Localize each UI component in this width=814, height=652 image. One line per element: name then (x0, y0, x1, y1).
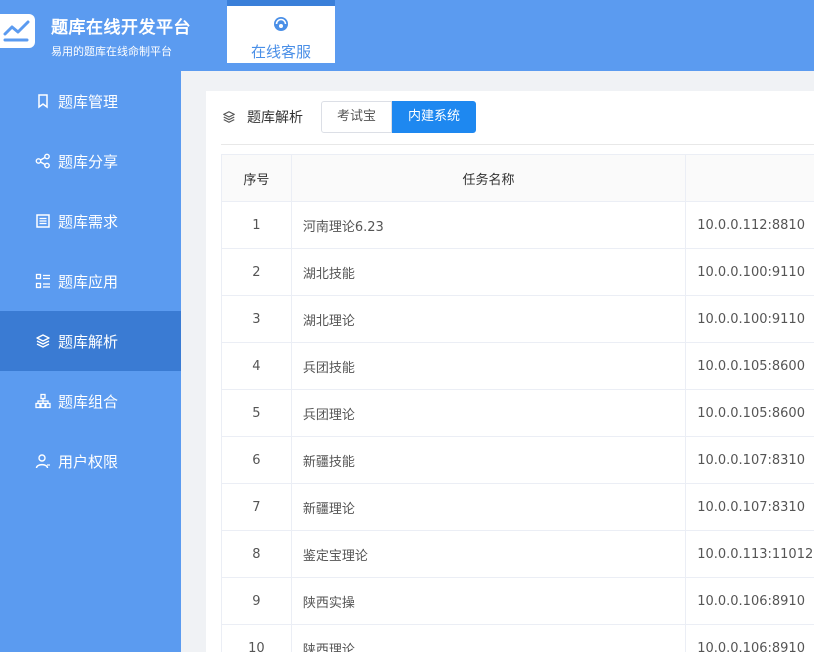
row-address: 10.0.0.112:8810 (697, 217, 805, 233)
section-title: 题库解析 (247, 110, 303, 126)
segment-builtin-system[interactable]: 内建系统 (392, 101, 477, 133)
row-index: 2 (222, 249, 292, 295)
row-address: 10.0.0.106:8910 (697, 640, 805, 652)
share-icon (35, 153, 50, 169)
app-subtitle: 易用的题库在线命制平台 (51, 45, 172, 58)
row-address: 10.0.0.113:11012 (697, 546, 814, 562)
row-task-name: 湖北技能 (292, 249, 687, 295)
sidebar-item-label: 用户权限 (58, 453, 119, 471)
row-index: 8 (222, 531, 292, 577)
table-row[interactable]: 4 兵团技能 10.0.0.105:8600 (222, 343, 814, 390)
sidebar-item-question-bank-app[interactable]: 题库应用 (0, 251, 181, 311)
header-address (686, 155, 814, 201)
table-header-row: 序号 任务名称 (222, 155, 814, 202)
list-grid-icon (35, 273, 50, 289)
table-row[interactable]: 3 湖北理论 10.0.0.100:9110 (222, 296, 814, 343)
sidebar-item-question-bank-demand[interactable]: 题库需求 (0, 191, 181, 251)
row-address: 10.0.0.105:8600 (697, 358, 805, 374)
row-task-name: 湖北理论 (292, 296, 687, 342)
user-icon (35, 454, 50, 469)
table-row[interactable]: 5 兵团理论 10.0.0.105:8600 (222, 390, 814, 437)
table-row[interactable]: 1 河南理论6.23 10.0.0.112:8810 (222, 202, 814, 249)
table-row[interactable]: 2 湖北技能 10.0.0.100:9110 (222, 249, 814, 296)
sidebar-item-question-bank-analysis[interactable]: 题库解析 (0, 311, 181, 371)
app-title: 题库在线开发平台 (51, 18, 191, 38)
online-service-tab[interactable]: 在线客服 (227, 0, 335, 63)
sidebar-item-label: 题库管理 (58, 93, 119, 111)
logo (0, 14, 35, 48)
main-panel: 题库解析 考试宝 内建系统 序号 任务名称 1 河南理论6.23 10.0.0.… (206, 91, 814, 652)
divider (221, 144, 814, 145)
row-index: 9 (222, 578, 292, 624)
row-index: 4 (222, 343, 292, 389)
row-task-name: 陕西理论 (292, 625, 687, 652)
row-index: 5 (222, 390, 292, 436)
customer-service-icon (274, 17, 288, 31)
row-task-name: 新疆技能 (292, 437, 687, 483)
source-segmented-control: 考试宝 内建系统 (321, 101, 477, 133)
sidebar-item-question-bank-combine[interactable]: 题库组合 (0, 371, 181, 431)
row-address: 10.0.0.107:8310 (697, 499, 805, 515)
sidebar-item-label: 题库解析 (58, 333, 119, 351)
row-index: 1 (222, 202, 292, 248)
row-address: 10.0.0.100:9110 (697, 264, 805, 280)
segment-kaoshibao[interactable]: 考试宝 (321, 101, 393, 133)
table-row[interactable]: 8 鉴定宝理论 10.0.0.113:11012 (222, 531, 814, 578)
row-task-name: 陕西实操 (292, 578, 687, 624)
sidebar-item-label: 题库分享 (58, 153, 119, 171)
online-service-label: 在线客服 (250, 43, 311, 61)
sidebar-item-label: 题库应用 (58, 273, 119, 291)
sidebar: 题库管理 题库分享 题库需求 题库应用 题库解析 题库组合 用户权限 (0, 71, 181, 652)
row-task-name: 兵团技能 (292, 343, 687, 389)
table-row[interactable]: 7 新疆理论 10.0.0.107:8310 (222, 484, 814, 531)
sidebar-item-user-permission[interactable]: 用户权限 (0, 431, 181, 491)
table-row[interactable]: 9 陕西实操 10.0.0.106:8910 (222, 578, 814, 625)
sidebar-item-label: 题库组合 (58, 393, 119, 411)
row-address: 10.0.0.100:9110 (697, 311, 805, 327)
table-row[interactable]: 6 新疆技能 10.0.0.107:8310 (222, 437, 814, 484)
row-index: 10 (222, 625, 292, 652)
row-address: 10.0.0.107:8310 (697, 452, 805, 468)
row-index: 3 (222, 296, 292, 342)
sidebar-item-question-bank-share[interactable]: 题库分享 (0, 131, 181, 191)
document-icon (36, 214, 50, 228)
header-task-name: 任务名称 (292, 155, 687, 201)
layers-icon (36, 334, 50, 348)
layers-icon (223, 111, 235, 123)
table-row[interactable]: 10 陕西理论 10.0.0.106:8910 (222, 625, 814, 652)
row-address: 10.0.0.106:8910 (697, 593, 805, 609)
row-index: 7 (222, 484, 292, 530)
app-header: 题库在线开发平台 易用的题库在线命制平台 在线客服 (0, 0, 814, 71)
row-task-name: 河南理论6.23 (292, 202, 687, 248)
row-task-name: 新疆理论 (292, 484, 687, 530)
chart-trend-icon (3, 20, 30, 42)
row-address: 10.0.0.105:8600 (697, 405, 805, 421)
row-task-name: 鉴定宝理论 (292, 531, 687, 577)
row-task-name: 兵团理论 (292, 390, 687, 436)
sidebar-item-question-bank-manage[interactable]: 题库管理 (0, 71, 181, 131)
hierarchy-icon (35, 393, 51, 409)
task-table: 序号 任务名称 1 河南理论6.23 10.0.0.112:8810 2 湖北技… (221, 154, 814, 652)
header-index: 序号 (222, 155, 292, 201)
sidebar-item-label: 题库需求 (58, 213, 119, 231)
bookmark-icon (38, 94, 48, 109)
row-index: 6 (222, 437, 292, 483)
